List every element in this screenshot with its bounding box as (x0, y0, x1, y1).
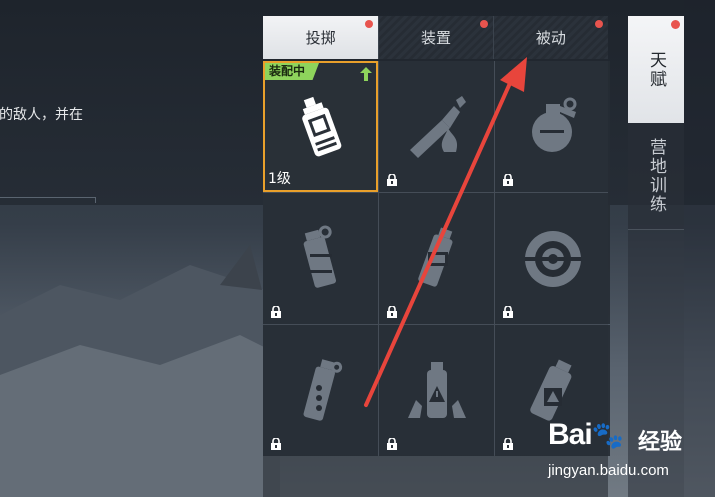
gas-canister-icon (407, 361, 466, 418)
molotov-icon (409, 95, 466, 158)
spray-canister-icon (529, 359, 572, 421)
item-grid: 装配中 1级 (263, 61, 610, 456)
baidu-watermark: Bai🐾 经验 jingyan.baidu.com (548, 418, 708, 488)
sticky-grenade-icon (417, 226, 452, 287)
watermark-cn: 经验 (638, 430, 683, 455)
category-tabs: 投掷 装置 被动 (263, 16, 608, 59)
item-slot-gas-canister[interactable] (379, 325, 494, 456)
item-slot-sticky-grenade[interactable] (379, 193, 494, 324)
talent-description: 的敌人，并在 (0, 107, 83, 123)
item-slot-mine[interactable] (495, 193, 610, 324)
paw-icon: 🐾 (591, 420, 624, 450)
notification-dot (365, 20, 374, 28)
lock-icon (387, 438, 397, 450)
item-slot-cluster-grenade[interactable] (263, 193, 378, 324)
tab-passive[interactable]: 被动 (493, 16, 608, 59)
item-level: 1级 (268, 171, 291, 187)
side-tab-camp-training[interactable]: 营地训练 (628, 123, 684, 230)
tab-label: 装置 (420, 29, 451, 47)
divider (0, 197, 96, 198)
watermark-logo: Bai🐾 (548, 418, 624, 452)
tab-devices[interactable]: 装置 (379, 16, 494, 59)
tab-label: 被动 (535, 29, 566, 47)
lock-icon (271, 438, 281, 450)
lock-icon (503, 438, 513, 450)
watermark-url: jingyan.baidu.com (548, 462, 669, 479)
equipped-badge: 装配中 (265, 63, 320, 80)
upgrade-arrow-icon (360, 67, 372, 81)
cluster-grenade-icon (303, 225, 336, 288)
lock-icon (387, 306, 397, 318)
divider-tick (95, 197, 96, 203)
smoke-grenade-icon (303, 358, 342, 421)
lock-icon (503, 306, 513, 318)
tab-throwables[interactable]: 投掷 (263, 16, 380, 59)
side-tab-label: 天赋 (646, 50, 666, 89)
lock-icon (503, 174, 513, 186)
lock-icon (271, 306, 281, 318)
mine-icon (524, 230, 581, 287)
side-tab-talent[interactable]: 天赋 (628, 16, 684, 123)
side-tab-label: 营地训练 (646, 138, 666, 214)
notification-dot (595, 20, 603, 28)
item-slot-molotov[interactable] (379, 61, 494, 192)
watermark-logo-text: Bai (548, 418, 593, 451)
notification-dot (671, 20, 680, 29)
notification-dot (479, 20, 488, 28)
grenade-canister-icon (301, 96, 341, 156)
frag-grenade-icon (531, 97, 576, 152)
item-slot-frag-grenade[interactable] (495, 61, 610, 192)
item-slot-grenade-canister[interactable]: 装配中 1级 (263, 61, 378, 192)
item-slot-smoke-grenade[interactable] (263, 325, 378, 456)
tab-label: 投掷 (305, 29, 336, 47)
lock-icon (387, 174, 397, 186)
background-scenery (0, 245, 280, 497)
